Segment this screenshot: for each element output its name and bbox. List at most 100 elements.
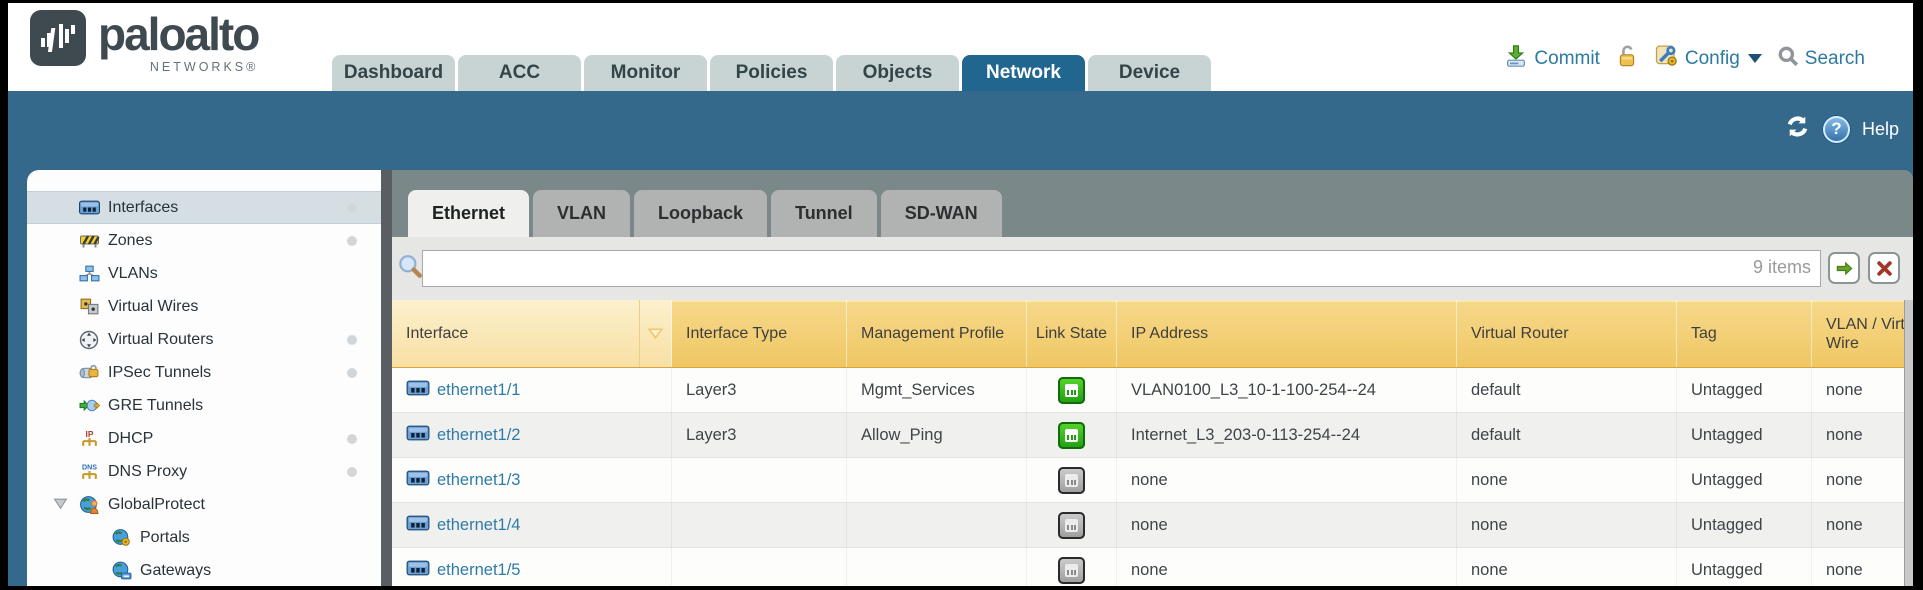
filter-input[interactable] bbox=[422, 250, 1821, 287]
tab-objects[interactable]: Objects bbox=[836, 55, 959, 91]
tab-acc[interactable]: ACC bbox=[458, 55, 581, 91]
subtab-sdwan[interactable]: SD-WAN bbox=[881, 190, 1002, 237]
config-icon bbox=[1654, 43, 1679, 74]
subtab-loopback[interactable]: Loopback bbox=[634, 190, 767, 237]
waveform-icon bbox=[36, 16, 80, 60]
cell-interface-type: Layer3 bbox=[672, 413, 847, 457]
search-icon bbox=[1777, 45, 1799, 73]
cell-mgmt-profile bbox=[847, 458, 1027, 502]
table-row[interactable]: ethernet1/5 none none Untagged none bbox=[392, 548, 1913, 586]
column-menu-button[interactable] bbox=[639, 300, 671, 367]
link-down-icon bbox=[1058, 467, 1085, 494]
magnifier-icon bbox=[396, 253, 424, 286]
tab-device[interactable]: Device bbox=[1088, 55, 1211, 91]
caret-down-icon bbox=[1748, 54, 1762, 63]
table-row[interactable]: ethernet1/2 Layer3 Allow_Ping Internet_L… bbox=[392, 413, 1913, 458]
dns-proxy-icon: DNS bbox=[79, 462, 100, 481]
sidebar-item-interfaces[interactable]: Interfaces bbox=[27, 191, 381, 224]
column-header-interface-type[interactable]: Interface Type bbox=[672, 300, 847, 367]
sidebar-item-label: DNS Proxy bbox=[108, 463, 187, 481]
table-row[interactable]: ethernet1/1 Layer3 Mgmt_Services VLAN010… bbox=[392, 368, 1913, 413]
sidebar-item-label: Gateways bbox=[140, 562, 211, 580]
column-header-tag[interactable]: Tag bbox=[1677, 300, 1812, 367]
config-menu-button[interactable]: Config bbox=[1654, 43, 1762, 74]
logo-wordmark: paloalto bbox=[98, 10, 258, 58]
item-dot bbox=[347, 467, 357, 477]
interface-link[interactable]: ethernet1/3 bbox=[406, 470, 520, 491]
cell-tag: Untagged bbox=[1677, 413, 1812, 457]
vertical-scrollbar[interactable] bbox=[1904, 300, 1913, 586]
tab-policies[interactable]: Policies bbox=[710, 55, 833, 91]
svg-text:DNS: DNS bbox=[82, 463, 97, 471]
clear-filter-button[interactable] bbox=[1868, 252, 1900, 284]
tab-dashboard[interactable]: Dashboard bbox=[332, 55, 455, 91]
item-dot bbox=[347, 203, 357, 213]
cell-ip-address: Internet_L3_203-0-113-254--24 bbox=[1117, 413, 1457, 457]
sidebar-item-dhcp[interactable]: IP DHCP bbox=[27, 422, 381, 455]
interface-subtabs: Ethernet VLAN Loopback Tunnel SD-WAN bbox=[408, 190, 1002, 237]
cell-vlan: none bbox=[1812, 503, 1913, 547]
link-down-icon bbox=[1058, 512, 1085, 539]
sidebar-item-globalprotect[interactable]: GlobalProtect bbox=[27, 488, 381, 521]
collapse-triangle-icon[interactable] bbox=[53, 497, 68, 515]
cell-mgmt-profile: Allow_Ping bbox=[847, 413, 1027, 457]
table-row[interactable]: ethernet1/4 none none Untagged none bbox=[392, 503, 1913, 548]
cell-mgmt-profile bbox=[847, 503, 1027, 547]
sidebar-item-portals[interactable]: Portals bbox=[27, 521, 381, 554]
cell-tag: Untagged bbox=[1677, 458, 1812, 502]
subtab-ethernet[interactable]: Ethernet bbox=[408, 190, 529, 237]
interface-link[interactable]: ethernet1/5 bbox=[406, 560, 520, 581]
cell-ip-address: none bbox=[1117, 503, 1457, 547]
column-header-ip-address[interactable]: IP Address bbox=[1117, 300, 1457, 367]
refresh-icon[interactable] bbox=[1784, 113, 1811, 145]
sidebar-item-label: Interfaces bbox=[108, 199, 178, 217]
cell-ip-address: none bbox=[1117, 458, 1457, 502]
virtual-routers-icon bbox=[79, 330, 100, 349]
interface-link[interactable]: ethernet1/4 bbox=[406, 515, 520, 536]
help-label[interactable]: Help bbox=[1862, 119, 1899, 140]
sidebar-item-zones[interactable]: Zones bbox=[27, 224, 381, 257]
column-header-vlan-wire[interactable]: VLAN / Virtual Wire bbox=[1812, 300, 1913, 367]
sidebar-item-dns-proxy[interactable]: DNS DNS Proxy bbox=[27, 455, 381, 488]
column-header-link-state[interactable]: Link State bbox=[1027, 300, 1117, 367]
column-header-interface[interactable]: Interface bbox=[392, 300, 672, 367]
svg-text:IP: IP bbox=[86, 429, 94, 439]
link-up-icon bbox=[1058, 422, 1085, 449]
filter-bar: 9 items bbox=[392, 237, 1913, 300]
column-header-virtual-router[interactable]: Virtual Router bbox=[1457, 300, 1677, 367]
sidebar-item-virtual-wires[interactable]: Virtual Wires bbox=[27, 290, 381, 323]
cell-interface-type bbox=[672, 548, 847, 586]
tab-monitor[interactable]: Monitor bbox=[584, 55, 707, 91]
interface-link[interactable]: ethernet1/1 bbox=[406, 380, 520, 401]
link-down-icon bbox=[1058, 557, 1085, 584]
cell-virtual-router: none bbox=[1457, 548, 1677, 586]
sidebar-item-gre-tunnels[interactable]: GRE Tunnels bbox=[27, 389, 381, 422]
table-row[interactable]: ethernet1/3 none none Untagged none bbox=[392, 458, 1913, 503]
lock-button[interactable] bbox=[1615, 44, 1639, 74]
commit-button[interactable]: Commit bbox=[1504, 44, 1599, 74]
sidebar-item-vlans[interactable]: VLANs bbox=[27, 257, 381, 290]
subtab-vlan[interactable]: VLAN bbox=[533, 190, 630, 237]
cell-interface-type: Layer3 bbox=[672, 368, 847, 412]
sidebar-item-ipsec-tunnels[interactable]: IPSec Tunnels bbox=[27, 356, 381, 389]
tab-network[interactable]: Network bbox=[962, 55, 1085, 91]
interface-link[interactable]: ethernet1/2 bbox=[406, 425, 520, 446]
apply-filter-button[interactable] bbox=[1828, 252, 1860, 284]
zones-icon bbox=[79, 231, 100, 250]
column-header-management-profile[interactable]: Management Profile bbox=[847, 300, 1027, 367]
sidebar-item-label: VLANs bbox=[108, 265, 158, 283]
sidebar-splitter[interactable] bbox=[381, 170, 392, 586]
sidebar-item-label: Virtual Wires bbox=[108, 298, 198, 316]
sidebar-item-virtual-routers[interactable]: Virtual Routers bbox=[27, 323, 381, 356]
item-dot bbox=[347, 335, 357, 345]
ethernet-port-icon bbox=[406, 380, 430, 401]
cell-vlan: none bbox=[1812, 458, 1913, 502]
commit-icon bbox=[1504, 44, 1528, 74]
gre-tunnels-icon bbox=[79, 396, 100, 415]
sidebar-item-gateways[interactable]: Gateways bbox=[27, 554, 381, 586]
table-header-row: Interface Interface Type Management Prof… bbox=[392, 300, 1913, 368]
global-search-button[interactable]: Search bbox=[1777, 45, 1865, 73]
item-dot bbox=[347, 434, 357, 444]
help-icon[interactable] bbox=[1823, 116, 1850, 143]
subtab-tunnel[interactable]: Tunnel bbox=[771, 190, 877, 237]
